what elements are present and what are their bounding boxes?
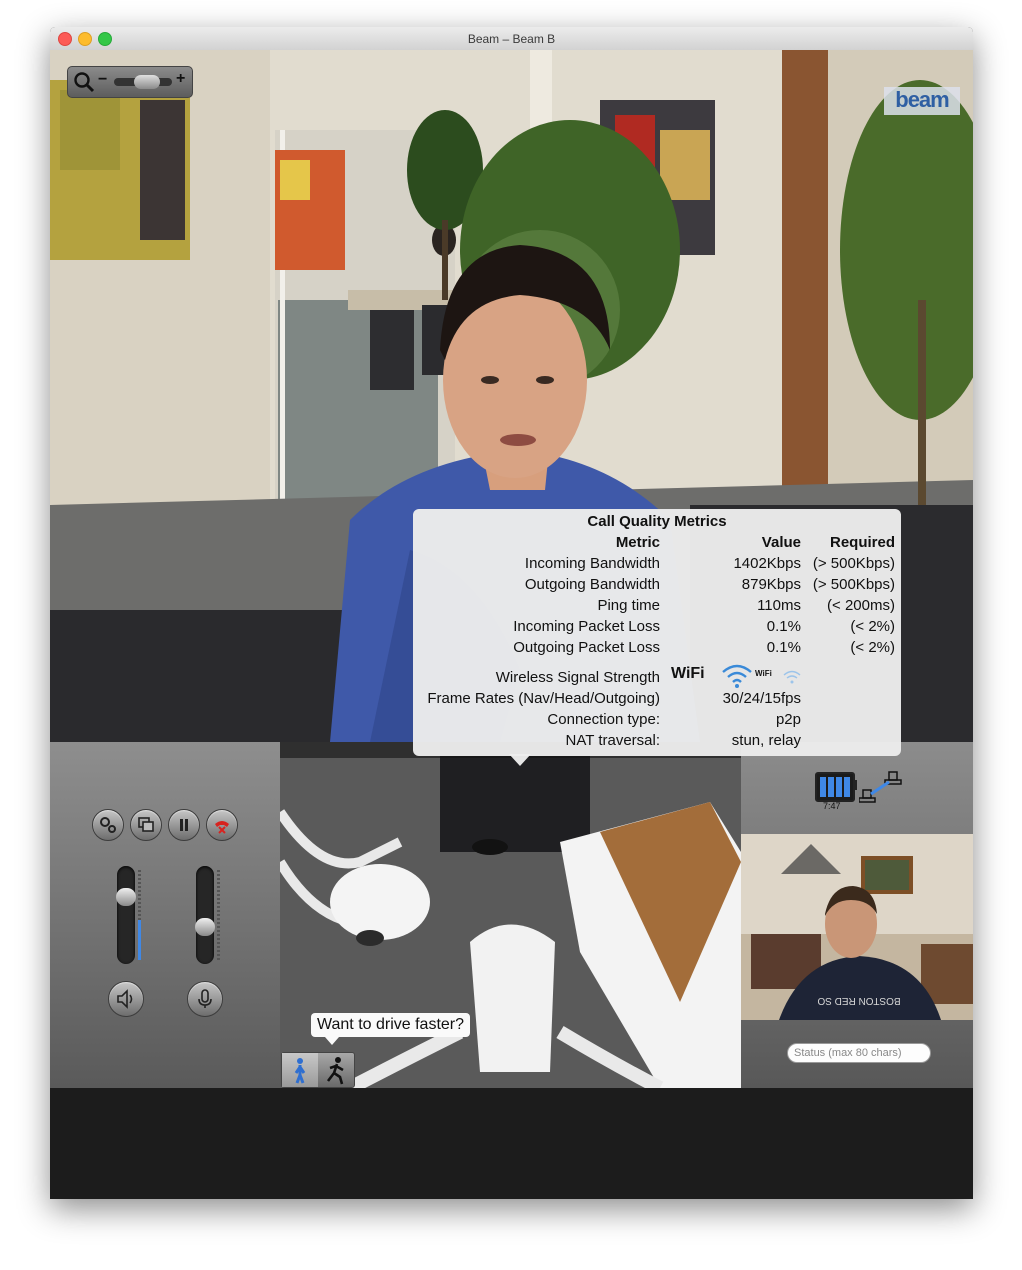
settings-button[interactable] xyxy=(92,809,124,841)
speaker-volume-thumb[interactable] xyxy=(116,888,136,906)
running-person-icon xyxy=(326,1057,344,1085)
self-camera-video[interactable]: BOSTON RED SO xyxy=(741,834,973,1020)
metric-value: 30/24/15fps xyxy=(722,690,801,707)
metrics-row: Incoming Bandwidth 1402Kbps (> 500Kbps) xyxy=(413,555,901,575)
metrics-row: Incoming Packet Loss 0.1% (< 2%) xyxy=(413,618,901,638)
speaker-mute-button[interactable] xyxy=(108,981,144,1017)
beam-window: Beam – Beam B − + beam Want to drive fas… xyxy=(50,27,973,1199)
title-bar: Beam – Beam B xyxy=(50,27,973,51)
zoom-slider[interactable] xyxy=(114,75,172,89)
mic-level-meter xyxy=(217,870,220,960)
hangup-icon xyxy=(215,821,229,834)
metric-name: Outgoing Packet Loss xyxy=(513,639,660,656)
settings-icon xyxy=(100,817,116,833)
metrics-row: Connection type: p2p xyxy=(413,711,901,731)
metrics-popover-pointer xyxy=(509,754,531,766)
speaker-level-meter xyxy=(138,870,141,960)
pause-button[interactable] xyxy=(168,809,200,841)
battery-time: 7:47 xyxy=(823,801,841,811)
metrics-title: Call Quality Metrics xyxy=(587,513,727,530)
navigation-camera-video[interactable]: Want to drive faster? xyxy=(280,742,741,1088)
metrics-row: Ping time 110ms (< 200ms) xyxy=(413,597,901,617)
speed-toggle[interactable] xyxy=(281,1052,355,1088)
metric-header: Metric xyxy=(615,534,660,551)
metrics-row: Outgoing Bandwidth 879Kbps (> 500Kbps) xyxy=(413,576,901,596)
metric-name: Ping time xyxy=(597,597,660,614)
metric-name: Connection type: xyxy=(547,711,660,728)
pause-icon xyxy=(180,819,188,831)
metric-required: (< 200ms) xyxy=(827,597,895,614)
run-speed-button[interactable] xyxy=(318,1053,354,1087)
metric-value: 1402Kbps xyxy=(733,555,801,572)
control-panel: Want to drive faster? 7:47 BOSTON RED SO… xyxy=(50,742,973,1088)
wifi-strong-icon xyxy=(722,664,752,688)
windows-button[interactable] xyxy=(130,809,162,841)
metric-value: 0.1% xyxy=(766,639,801,656)
battery-terminal xyxy=(853,780,857,790)
connection-quality-icon[interactable] xyxy=(859,770,903,804)
drive-faster-tooltip: Want to drive faster? xyxy=(311,1013,471,1045)
metric-value: 0.1% xyxy=(766,618,801,635)
zoom-slider-knob[interactable] xyxy=(134,75,160,89)
zoom-control[interactable]: − + xyxy=(67,66,193,98)
svg-text:BOSTON RED SO: BOSTON RED SO xyxy=(817,995,900,1006)
metrics-row: Frame Rates (Nav/Head/Outgoing) 30/24/15… xyxy=(413,690,901,710)
metric-value: 110ms xyxy=(757,597,801,614)
microphone-icon xyxy=(198,989,212,1008)
metric-name: Frame Rates (Nav/Head/Outgoing) xyxy=(427,690,660,707)
beam-logo-text: beam xyxy=(895,87,949,112)
metrics-row: Outgoing Packet Loss 0.1% (< 2%) xyxy=(413,639,901,659)
drive-faster-text: Want to drive faster? xyxy=(317,1016,465,1033)
metric-name: Incoming Packet Loss xyxy=(513,618,660,635)
hangup-button[interactable] xyxy=(206,809,238,841)
mic-volume-slider[interactable] xyxy=(195,866,215,964)
metric-name: Outgoing Bandwidth xyxy=(524,576,660,593)
metrics-row: NAT traversal: stun, relay xyxy=(413,732,901,752)
mic-volume-thumb[interactable] xyxy=(195,918,215,936)
zoom-in-button[interactable]: + xyxy=(176,70,185,88)
wifi-text: WiFi xyxy=(671,665,705,682)
metric-value: p2p xyxy=(775,711,801,728)
metric-required: (> 500Kbps) xyxy=(812,555,895,572)
required-header: Required xyxy=(829,534,895,551)
metrics-header-row: Metric Value Required xyxy=(413,534,901,554)
battery-indicator xyxy=(815,772,855,802)
call-controls xyxy=(50,742,280,1088)
wifi-small-text: WiFi xyxy=(755,669,772,678)
metric-value: stun, relay xyxy=(731,732,801,749)
walk-speed-button[interactable] xyxy=(282,1053,318,1087)
window-footer xyxy=(50,1088,973,1199)
status-input[interactable] xyxy=(787,1043,931,1063)
beam-logo: beam xyxy=(884,87,960,115)
wifi-signal-indicator: WiFi WiFi xyxy=(671,663,811,688)
metric-name: NAT traversal: xyxy=(565,732,660,749)
wifi-label: Wireless Signal Strength xyxy=(495,669,660,686)
speaker-volume-slider[interactable] xyxy=(116,866,136,964)
metric-value: 879Kbps xyxy=(741,576,801,593)
local-room-scene: BOSTON RED SO xyxy=(741,834,973,1020)
wifi-row: Wireless Signal Strength WiFi WiFi xyxy=(413,664,901,689)
wifi-weak-icon xyxy=(783,670,801,684)
status-column: 7:47 BOSTON RED SO xyxy=(741,742,973,1088)
metric-required: (< 2%) xyxy=(850,618,895,635)
window-title: Beam – Beam B xyxy=(467,32,556,46)
metric-required: (> 500Kbps) xyxy=(812,576,895,593)
magnifier-icon xyxy=(74,72,95,93)
windows-icon xyxy=(138,817,154,832)
call-quality-metrics-popover: Call Quality Metrics Metric Value Requir… xyxy=(413,509,901,756)
walking-person-icon xyxy=(294,1058,306,1084)
metric-name: Incoming Bandwidth xyxy=(524,555,660,572)
value-header: Value xyxy=(761,534,801,551)
speaker-icon xyxy=(117,989,133,1009)
mic-mute-button[interactable] xyxy=(187,981,223,1017)
metric-required: (< 2%) xyxy=(850,639,895,656)
zoom-out-button[interactable]: − xyxy=(98,71,107,89)
